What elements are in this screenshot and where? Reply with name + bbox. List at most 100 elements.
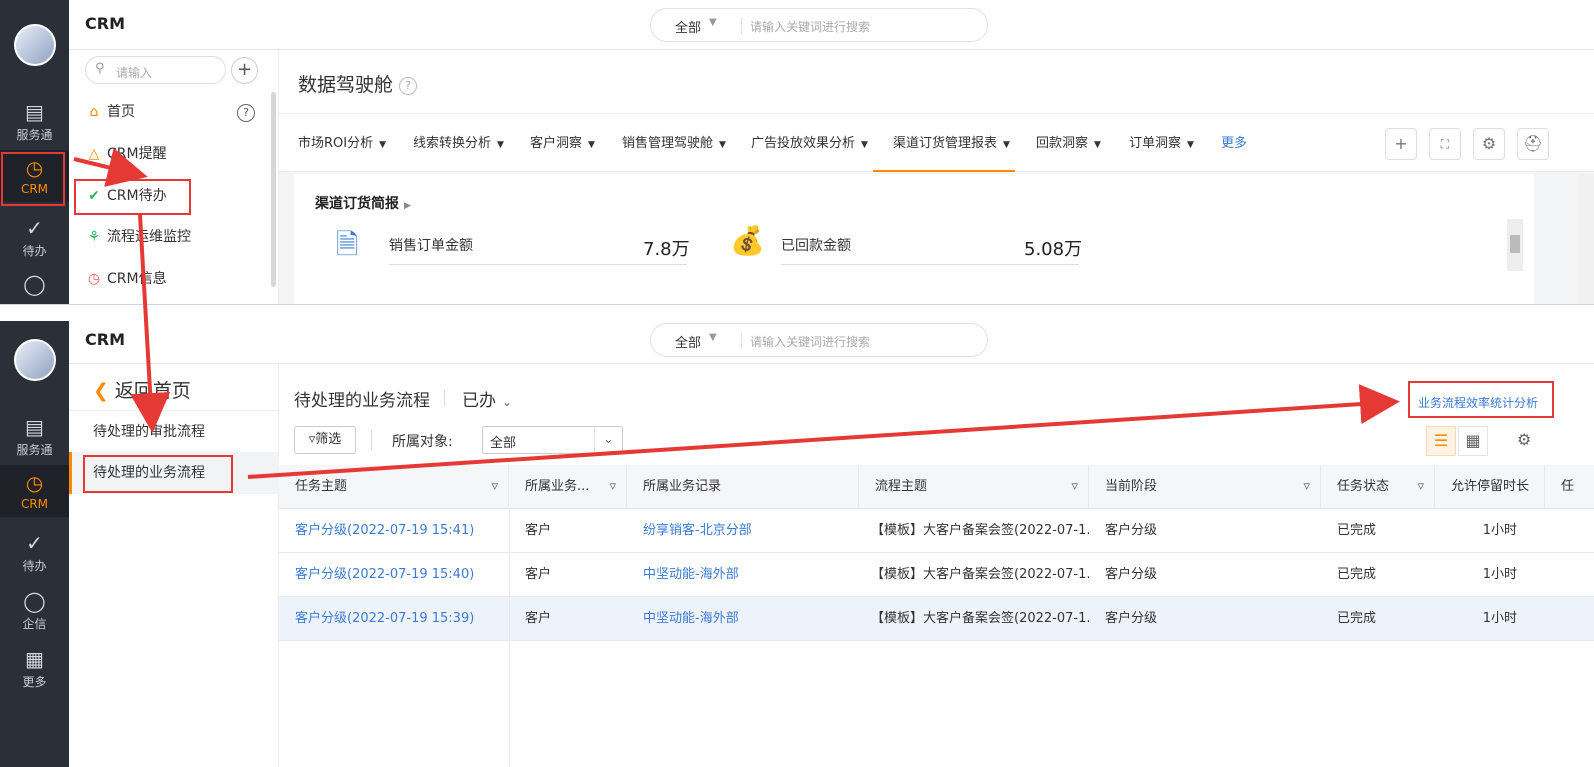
global-search[interactable]: 全部 ▼ 请输入关键词进行搜索	[650, 323, 988, 357]
flow-icon: ⚘	[87, 229, 101, 245]
main-scrollbar[interactable]	[1578, 174, 1594, 304]
object-select[interactable]: 全部 ⌄	[482, 426, 623, 454]
sidebar-item-home[interactable]: ⌂ 首页	[85, 97, 135, 127]
tab-market-roi[interactable]: 市场ROI分析 ▼	[298, 132, 386, 151]
record-link[interactable]: 中坚动能-海外部	[627, 553, 859, 597]
task-link[interactable]: 客户分级(2022-07-19 15:41)	[279, 509, 509, 553]
grid-view-icon[interactable]: ▦	[1458, 426, 1488, 456]
tab-lead-conversion[interactable]: 线索转换分析 ▼	[413, 132, 504, 151]
settings-icon[interactable]: ⚙	[1517, 430, 1531, 449]
column-header[interactable]: 当前阶段 ▿	[1089, 465, 1321, 509]
sidebar-item-label: 首页	[107, 104, 135, 120]
help-icon[interactable]: ?	[399, 76, 418, 95]
rail-item-chat[interactable]: ◯	[0, 266, 69, 304]
status-dropdown[interactable]: 已办 ⌄	[462, 386, 512, 411]
filter-icon: ▿	[491, 479, 498, 494]
rail-label: CRM	[20, 497, 49, 511]
rail-item-crm[interactable]: ◷ CRM	[0, 465, 69, 517]
add-icon[interactable]: +	[1385, 128, 1417, 160]
sidebar-item-crm-reminder[interactable]: △ CRM提醒	[85, 139, 167, 169]
caret-down-icon: ▼	[1187, 140, 1194, 150]
search-icon: ⚲	[95, 61, 105, 76]
metric-label: 已回款金额	[781, 238, 851, 254]
gear-icon[interactable]: ⚙	[1473, 128, 1505, 160]
rail-item-todo[interactable]: ✓ 待办	[0, 525, 69, 577]
sidebar-item-label: CRM信息	[107, 271, 167, 287]
cell: 客户	[525, 567, 552, 582]
search-scope[interactable]: 全部	[675, 17, 701, 36]
bell-icon: △	[88, 146, 100, 162]
column-header[interactable]: 所属业务... ▿	[509, 465, 627, 509]
fullscreen-icon[interactable]: ⛶	[1429, 128, 1461, 160]
clock-icon: ◷	[87, 271, 101, 287]
record-link[interactable]: 纷享销客-北京分部	[627, 509, 859, 553]
table-row[interactable]: 客户分级(2022-07-19 15:40) 客户 中坚动能-海外部 【模板】大…	[279, 553, 1594, 597]
caret-down-icon: ▼	[379, 140, 387, 150]
tab-more[interactable]: 更多	[1221, 132, 1247, 151]
tab-ad-effect[interactable]: 广告投放效果分析 ▼	[751, 132, 868, 151]
shield-icon[interactable]: ⛑	[1517, 128, 1549, 160]
page-title: 数据驾驶舱?	[298, 70, 418, 97]
filter-icon: ▿	[1417, 479, 1424, 494]
sidebar-item-crm-info[interactable]: ◷ CRM信息	[85, 264, 167, 294]
left-rail: ▤ 服务通 ◷ CRM ✓ 待办 ◯ 企信 ▦ 更多	[0, 321, 69, 767]
search-input[interactable]: 请输入关键词进行搜索	[750, 333, 870, 350]
column-header[interactable]: 允许停留时长	[1435, 465, 1545, 509]
column-header[interactable]: 任务状态 ▿	[1321, 465, 1435, 509]
caret-down-icon[interactable]: ▼	[709, 332, 717, 343]
search-input[interactable]: 请输入关键词进行搜索	[750, 18, 870, 35]
column-header[interactable]: 任务主题 ▿	[279, 465, 509, 509]
column-header[interactable]: 任	[1545, 465, 1594, 509]
clipboard-icon: ▤	[25, 100, 44, 124]
check-circle-icon: ✓	[26, 531, 43, 555]
tab-payment-insight[interactable]: 回款洞察 ▼	[1036, 132, 1101, 151]
rail-item-chat[interactable]: ◯ 企信	[0, 583, 69, 635]
list-view-icon[interactable]: ☰	[1426, 426, 1456, 456]
document-icon: 🗎	[336, 228, 359, 261]
app-title: CRM	[85, 14, 125, 33]
search-scope[interactable]: 全部	[675, 332, 701, 351]
tab-customer-insight[interactable]: 客户洞察 ▼	[530, 132, 595, 151]
tab-channel-order[interactable]: 渠道订货管理报表 ▼	[873, 132, 1015, 172]
table-row[interactable]: 客户分级(2022-07-19 15:39) 客户 中坚动能-海外部 【模板】大…	[279, 597, 1594, 641]
avatar[interactable]	[14, 24, 56, 66]
rail-item-service[interactable]: ▤ 服务通	[0, 94, 69, 146]
task-link[interactable]: 客户分级(2022-07-19 15:40)	[279, 553, 509, 597]
help-icon[interactable]: ?	[237, 104, 255, 122]
rail-item-todo[interactable]: ✓ 待办	[0, 210, 69, 262]
global-search[interactable]: 全部 ▼ 请输入关键词进行搜索	[650, 8, 988, 42]
caret-down-icon[interactable]: ▼	[709, 17, 717, 28]
tab-order-insight[interactable]: 订单洞察 ▼	[1129, 132, 1194, 151]
table-header: 任务主题 ▿ 所属业务... ▿ 所属业务记录 流程主题 ▿ 当前阶段 ▿ 任务状态 ▿ …	[279, 465, 1594, 509]
rail-item-more[interactable]: ▦ 更多	[0, 641, 69, 693]
triangle-right-icon: ▶	[404, 201, 411, 211]
card-title: 渠道订货简报 ▶	[315, 196, 411, 212]
add-button[interactable]: +	[231, 57, 258, 84]
sidebar-search-input[interactable]: ⚲ 请输入	[85, 56, 226, 84]
rail-label: 待办	[22, 559, 47, 573]
tab-sales-cockpit[interactable]: 销售管理驾驶舱 ▼	[622, 132, 726, 151]
sidebar-item-flow-monitor[interactable]: ⚘ 流程运维监控	[85, 222, 191, 252]
grid-icon: ▦	[25, 647, 44, 671]
cell: 【模板】大客户备案会签(2022-07-1...	[871, 611, 1089, 626]
chat-bubble-icon: ◯	[23, 272, 46, 296]
page-title: 待处理的业务流程	[294, 391, 430, 411]
cell: 【模板】大客户备案会签(2022-07-1...	[871, 567, 1089, 582]
cell: 客户	[525, 523, 552, 538]
column-header[interactable]: 所属业务记录	[627, 465, 859, 509]
card-scrollbar[interactable]	[1507, 219, 1523, 271]
annotation-box-crm-todo	[74, 179, 191, 215]
filter-button[interactable]: ▿筛选	[294, 426, 356, 454]
separator	[0, 305, 1594, 321]
rail-item-service[interactable]: ▤ 服务通	[0, 409, 69, 461]
status-cell: 已完成	[1337, 611, 1377, 626]
avatar[interactable]	[14, 339, 56, 381]
sidebar-item-label: 流程运维监控	[107, 229, 191, 245]
sidebar-scrollbar[interactable]	[271, 92, 276, 287]
table-row[interactable]: 客户分级(2022-07-19 15:41) 客户 纷享销客-北京分部 【模板】…	[279, 509, 1594, 553]
task-link[interactable]: 客户分级(2022-07-19 15:39)	[279, 597, 509, 641]
record-link[interactable]: 中坚动能-海外部	[627, 597, 859, 641]
back-home-button[interactable]: ❮ 返回首页	[93, 376, 191, 403]
column-header[interactable]: 流程主题 ▿	[859, 465, 1089, 509]
nav-pending-approval[interactable]: 待处理的审批流程	[69, 410, 279, 452]
